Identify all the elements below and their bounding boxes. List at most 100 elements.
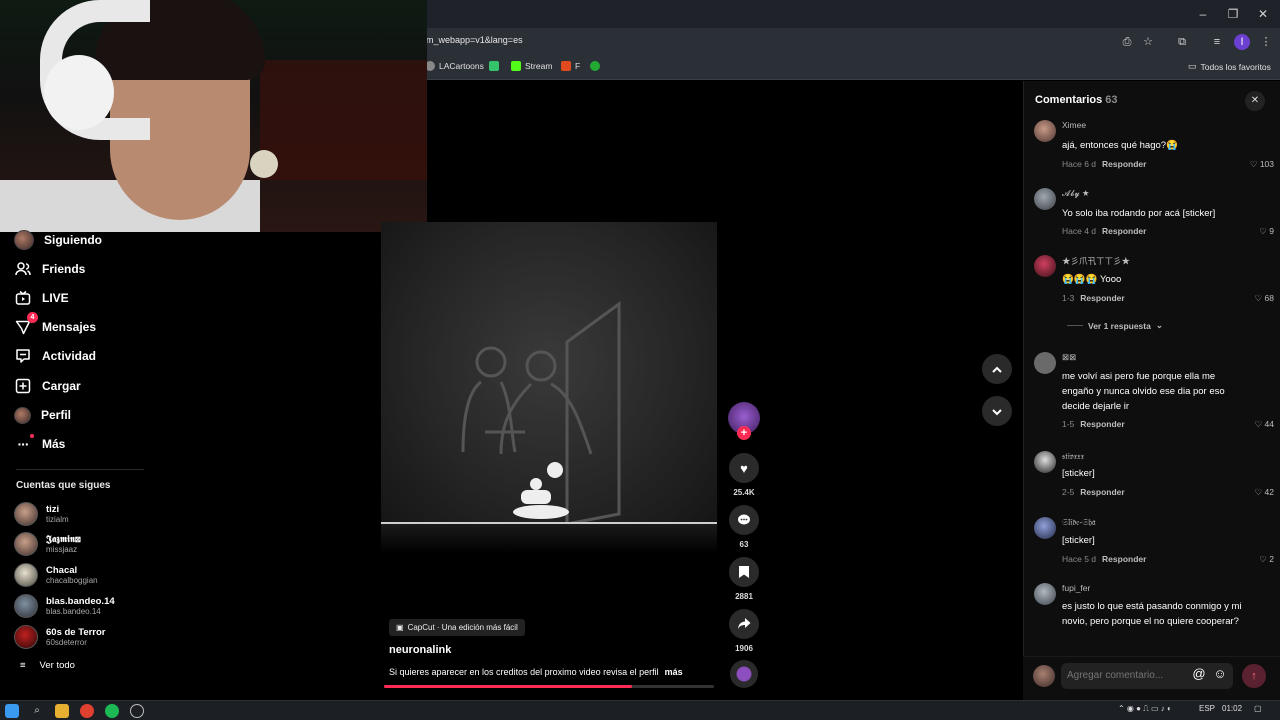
- bookmark-lacartoons[interactable]: LACartoons: [425, 61, 484, 71]
- xbox-icon: [590, 61, 600, 71]
- previous-video-button[interactable]: [982, 354, 1012, 384]
- music-disc[interactable]: [730, 660, 758, 688]
- bookmark-f[interactable]: F: [561, 61, 580, 71]
- activity-icon: [14, 347, 32, 365]
- notifications-icon[interactable]: ▢: [1254, 704, 1262, 713]
- avatar: [14, 230, 34, 250]
- following-account[interactable]: 60s de Terror 60sdeterror: [14, 625, 106, 649]
- media-icon[interactable]: ≡: [1209, 34, 1225, 50]
- extensions-icon[interactable]: ⧉: [1174, 34, 1190, 50]
- following-account[interactable]: tizi tizialm: [14, 502, 69, 526]
- language-indicator[interactable]: ESP: [1199, 704, 1215, 713]
- close-window-icon[interactable]: ✕: [1248, 4, 1278, 24]
- windows-start-icon[interactable]: [5, 704, 19, 718]
- share-icon[interactable]: [729, 609, 759, 639]
- comment-icon[interactable]: [729, 505, 759, 535]
- comment-like[interactable]: ♡ 103: [1250, 159, 1274, 170]
- site-icon: [489, 61, 499, 71]
- save-count: 2881: [735, 592, 753, 601]
- see-all-link[interactable]: ≡ Ver todo: [20, 660, 75, 671]
- avatar: [14, 625, 38, 649]
- mention-icon[interactable]: @: [1191, 666, 1207, 681]
- reply-button[interactable]: Responder: [1102, 159, 1146, 169]
- file-explorer-icon[interactable]: [55, 704, 69, 718]
- bookmark-xbox[interactable]: [590, 61, 600, 71]
- all-favorites[interactable]: ▭ Todos los favoritos: [1188, 61, 1271, 72]
- install-icon[interactable]: ⎙: [1119, 34, 1135, 50]
- following-account[interactable]: blas.bandeo.14 blas.bandeo.14: [14, 594, 115, 618]
- reply-button[interactable]: Responder: [1080, 487, 1124, 497]
- avatar[interactable]: [1034, 517, 1056, 539]
- comment-like[interactable]: ♡ 2: [1259, 554, 1274, 565]
- emoji-icon[interactable]: ☺: [1212, 666, 1228, 681]
- close-comments-icon[interactable]: ✕: [1245, 91, 1265, 111]
- avatar[interactable]: [1034, 120, 1056, 142]
- sidebar-item-more[interactable]: ··· Más: [14, 432, 65, 456]
- reply-button[interactable]: Responder: [1080, 293, 1124, 303]
- webcam-overlay: [0, 0, 427, 232]
- comment-like[interactable]: ♡ 9: [1259, 226, 1274, 237]
- comment-like[interactable]: ♡ 44: [1255, 419, 1274, 430]
- send-comment-button[interactable]: ↑: [1242, 664, 1266, 688]
- chrome-icon[interactable]: [80, 704, 94, 718]
- bookmark-star-icon[interactable]: ☆: [1140, 34, 1156, 50]
- avatar: [14, 532, 38, 556]
- avatar: [14, 594, 38, 618]
- tray-icons[interactable]: ⌃ ◉ ● ⎍ ▭ ♪ ◐: [1118, 704, 1172, 714]
- sidebar-item-upload[interactable]: Cargar: [14, 374, 81, 398]
- capcut-tag[interactable]: ▣ CapCut · Una edición más fácil: [389, 619, 525, 636]
- bookmark-2[interactable]: [489, 61, 499, 71]
- spotify-icon[interactable]: [105, 704, 119, 718]
- video-progress-bar[interactable]: [384, 685, 714, 688]
- follow-plus-icon[interactable]: +: [737, 426, 751, 440]
- heart-icon[interactable]: ♥: [729, 453, 759, 483]
- folder-icon: ▭: [1188, 61, 1197, 71]
- bookmark-stream[interactable]: Stream: [511, 61, 552, 71]
- avatar[interactable]: [1034, 188, 1056, 210]
- obs-icon[interactable]: [130, 704, 144, 718]
- bookmark-icon[interactable]: [729, 557, 759, 587]
- clock[interactable]: 01:02: [1222, 704, 1242, 713]
- sidebar-item-following[interactable]: Siguiendo: [14, 228, 102, 252]
- save-action[interactable]: 2881: [728, 557, 760, 601]
- messages-badge: 4: [27, 312, 38, 323]
- sidebar-item-profile[interactable]: Perfil: [14, 403, 71, 427]
- avatar: [1033, 665, 1055, 687]
- avatar[interactable]: [1034, 451, 1056, 473]
- avatar[interactable]: [1034, 255, 1056, 277]
- video-frame: [461, 301, 621, 526]
- video-author[interactable]: neuronalink: [389, 644, 451, 656]
- site-icon: [561, 61, 571, 71]
- sidebar-item-activity[interactable]: Actividad: [14, 344, 96, 368]
- next-video-button[interactable]: [982, 396, 1012, 426]
- following-account[interactable]: 𝕵𝖆𝖟𝖒𝖎𝖓⊠ missjaaz: [14, 532, 81, 556]
- sidebar-item-live[interactable]: LIVE: [14, 286, 69, 310]
- menu-icon[interactable]: ⋮: [1258, 34, 1274, 50]
- avatar: [14, 406, 31, 424]
- like-action[interactable]: ♥ 25.4K: [728, 453, 760, 497]
- comment-like[interactable]: ♡ 68: [1255, 293, 1274, 304]
- search-icon[interactable]: ⌕: [30, 704, 44, 718]
- sidebar-item-messages[interactable]: 4 Mensajes: [14, 312, 96, 339]
- sidebar-item-friends[interactable]: Friends: [14, 257, 85, 281]
- share-action[interactable]: 1906: [728, 609, 760, 653]
- profile-avatar[interactable]: I: [1234, 34, 1250, 50]
- avatar: [14, 502, 38, 526]
- video-caption: Si quieres aparecer en los creditos del …: [389, 667, 683, 677]
- video-player[interactable]: [381, 222, 717, 534]
- url-text[interactable]: m_webapp=v1&lang=es: [426, 35, 523, 45]
- minimize-icon[interactable]: –: [1188, 4, 1218, 24]
- comment-input[interactable]: [1061, 663, 1233, 689]
- friends-icon: [14, 260, 32, 278]
- view-replies-button[interactable]: Ver 1 respuesta ⌄: [1067, 320, 1163, 331]
- reply-button[interactable]: Responder: [1102, 554, 1146, 564]
- comment-like[interactable]: ♡ 42: [1255, 487, 1274, 498]
- avatar[interactable]: [1034, 352, 1056, 374]
- avatar[interactable]: [1034, 583, 1056, 605]
- following-account[interactable]: Chacal chacalboggian: [14, 563, 98, 587]
- comment-action[interactable]: 63: [728, 505, 760, 549]
- more-link[interactable]: más: [665, 667, 683, 677]
- restore-icon[interactable]: ❐: [1218, 4, 1248, 24]
- reply-button[interactable]: Responder: [1080, 419, 1124, 429]
- reply-button[interactable]: Responder: [1102, 226, 1146, 236]
